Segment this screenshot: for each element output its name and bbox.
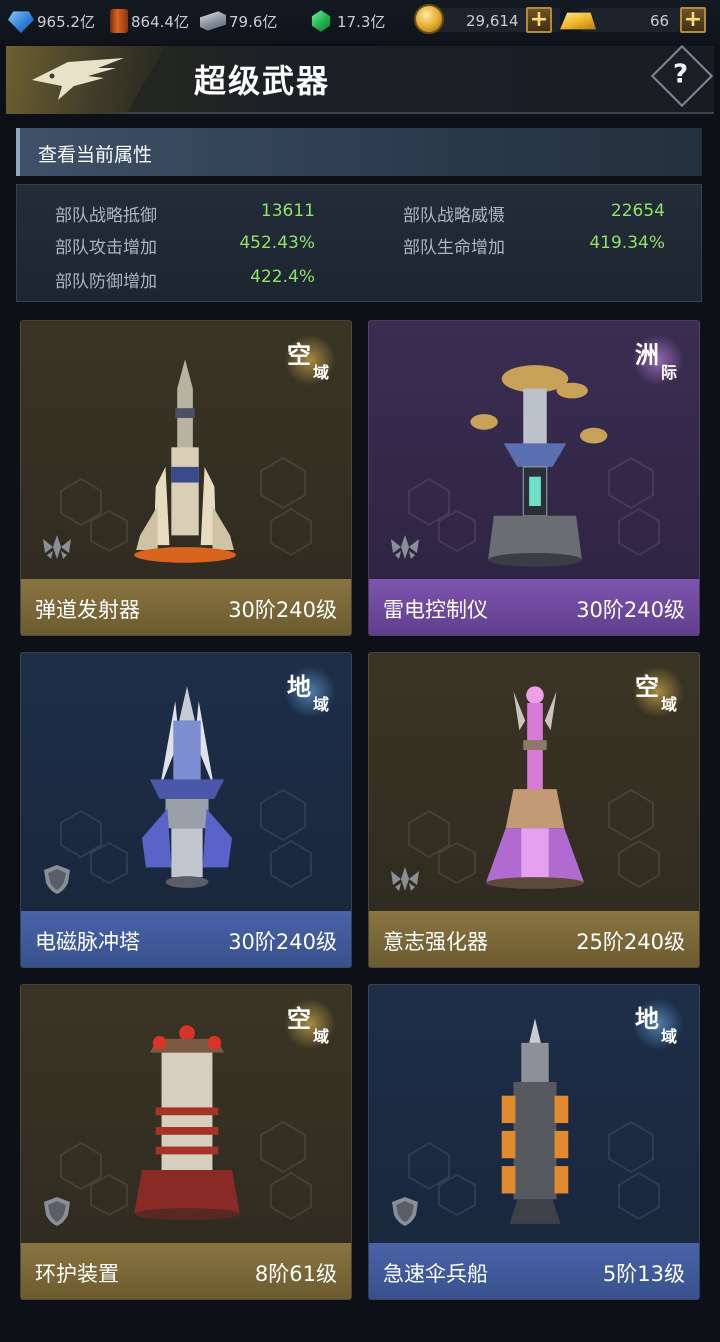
domain-sub: 域 (661, 695, 678, 714)
weapon-level: 30阶240级 (228, 598, 337, 622)
crystal-amount: 965.2亿 (37, 12, 95, 31)
steel-resource: 79.6亿 (200, 6, 277, 36)
domain-sub: 际 (661, 363, 678, 382)
weapon-art (470, 365, 608, 567)
attribute-value: 422.4% (250, 267, 315, 287)
weapon-name: 弹道发射器 (35, 598, 140, 622)
green-gem-icon (311, 10, 331, 32)
weapon-art (134, 359, 236, 563)
coin-amount: 29,614 (466, 12, 519, 30)
attributes-panel: 部队战略抵御 13611 部队战略威慑 22654 部队攻击增加 452.43%… (16, 184, 702, 302)
weapon-card[interactable]: 空 域 意志强化器 25阶240级 (368, 652, 700, 968)
weapon-footer: 电磁脉冲塔 30阶240级 (21, 911, 351, 967)
coin-icon (414, 4, 444, 34)
weapon-footer: 雷电控制仪 30阶240级 (369, 579, 699, 635)
domain-main: 洲 (635, 341, 659, 369)
domain-main: 地 (287, 673, 311, 701)
wings-emblem-icon (387, 531, 423, 563)
attribute-row: 部队战略威慑 22654 (403, 201, 665, 226)
weapon-level: 30阶240级 (576, 598, 685, 622)
oil-resource: 864.4亿 (110, 6, 189, 36)
attribute-row: 部队防御增加 422.4% (55, 267, 315, 292)
attribute-row: 部队攻击增加 452.43% (55, 233, 315, 258)
weapon-name: 雷电控制仪 (383, 598, 488, 622)
weapon-art (486, 686, 584, 889)
domain-main: 地 (635, 1005, 659, 1033)
domain-badge: 空 域 (283, 999, 337, 1049)
weapon-art (134, 1025, 240, 1220)
attribute-value: 22654 (610, 201, 665, 221)
resource-bar: 965.2亿 864.4亿 79.6亿 17.3亿 29,614 + 66 + (0, 0, 720, 44)
weapon-card[interactable]: 地 域 电磁脉冲塔 30阶240级 (20, 652, 352, 968)
oil-amount: 864.4亿 (131, 12, 189, 31)
weapon-name: 环护装置 (35, 1262, 119, 1286)
weapon-footer: 意志强化器 25阶240级 (369, 911, 699, 967)
add-gold-button[interactable]: + (680, 7, 706, 33)
wings-emblem-icon (39, 531, 75, 563)
add-coin-button[interactable]: + (526, 7, 552, 33)
steel-amount: 79.6亿 (229, 12, 278, 31)
page-title: 超级武器 (194, 62, 331, 100)
weapon-footer: 弹道发射器 30阶240级 (21, 579, 351, 635)
weapon-card[interactable]: 地 域 急速伞兵船 5阶13级 (368, 984, 700, 1300)
gold-bar-icon (560, 12, 596, 30)
gem-resource: 17.3亿 (308, 6, 385, 36)
view-attributes-button[interactable]: 查看当前属性 (16, 128, 702, 176)
domain-badge: 地 域 (631, 999, 685, 1049)
domain-badge: 空 域 (631, 667, 685, 717)
weapon-level: 30阶240级 (228, 930, 337, 954)
attribute-value: 13611 (260, 201, 315, 221)
header-emblem (6, 46, 166, 114)
attribute-label: 部队生命增加 (403, 238, 505, 258)
weapon-level: 8阶61级 (254, 1262, 337, 1286)
gem-amount: 17.3亿 (337, 12, 386, 31)
weapon-art (501, 1018, 569, 1224)
weapon-art (142, 686, 232, 888)
domain-badge: 空 域 (283, 335, 337, 385)
shield-emblem-icon (387, 1195, 423, 1227)
attribute-label: 部队战略威慑 (403, 206, 505, 226)
wings-emblem-icon (387, 863, 423, 895)
weapon-name: 意志强化器 (383, 930, 488, 954)
attribute-label: 部队战略抵御 (55, 206, 157, 226)
shield-emblem-icon (39, 1195, 75, 1227)
domain-main: 空 (635, 673, 659, 701)
weapon-card[interactable]: 空 域 弹道发射器 30阶240级 (20, 320, 352, 636)
eagle-icon (32, 58, 124, 100)
attributes-title: 查看当前属性 (38, 144, 153, 166)
shield-emblem-icon (39, 863, 75, 895)
attribute-row: 部队生命增加 419.34% (403, 233, 665, 258)
weapon-level: 5阶13级 (602, 1262, 685, 1286)
crystal-resource: 965.2亿 (8, 6, 95, 36)
domain-sub: 域 (313, 363, 330, 382)
gold-resource (560, 6, 599, 36)
domain-badge: 洲 际 (631, 335, 685, 385)
attribute-label: 部队攻击增加 (55, 238, 157, 258)
steel-ingot-icon (200, 11, 226, 31)
gold-amount: 66 (650, 12, 670, 30)
attribute-label: 部队防御增加 (55, 272, 157, 292)
attribute-value: 419.34% (589, 233, 665, 253)
domain-sub: 域 (313, 1027, 330, 1046)
crystal-icon (8, 11, 34, 33)
weapon-name: 急速伞兵船 (383, 1262, 488, 1286)
domain-main: 空 (287, 1005, 311, 1033)
domain-main: 空 (287, 341, 311, 369)
weapon-footer: 急速伞兵船 5阶13级 (369, 1243, 699, 1299)
domain-sub: 域 (313, 695, 330, 714)
weapon-footer: 环护装置 8阶61级 (21, 1243, 351, 1299)
weapon-card[interactable]: 洲 际 雷电控制仪 30阶240级 (368, 320, 700, 636)
weapon-card[interactable]: 空 域 环护装置 8阶61级 (20, 984, 352, 1300)
domain-badge: 地 域 (283, 667, 337, 717)
domain-sub: 域 (661, 1027, 678, 1046)
oil-barrel-icon (110, 9, 128, 33)
weapon-name: 电磁脉冲塔 (35, 930, 140, 954)
page-header: 超级武器 ? (6, 44, 714, 114)
attribute-value: 452.43% (239, 233, 315, 253)
coin-resource (414, 4, 447, 34)
weapon-level: 25阶240级 (576, 930, 685, 954)
help-button[interactable]: ? (650, 44, 714, 108)
help-icon: ? (673, 59, 689, 90)
attribute-row: 部队战略抵御 13611 (55, 201, 315, 226)
